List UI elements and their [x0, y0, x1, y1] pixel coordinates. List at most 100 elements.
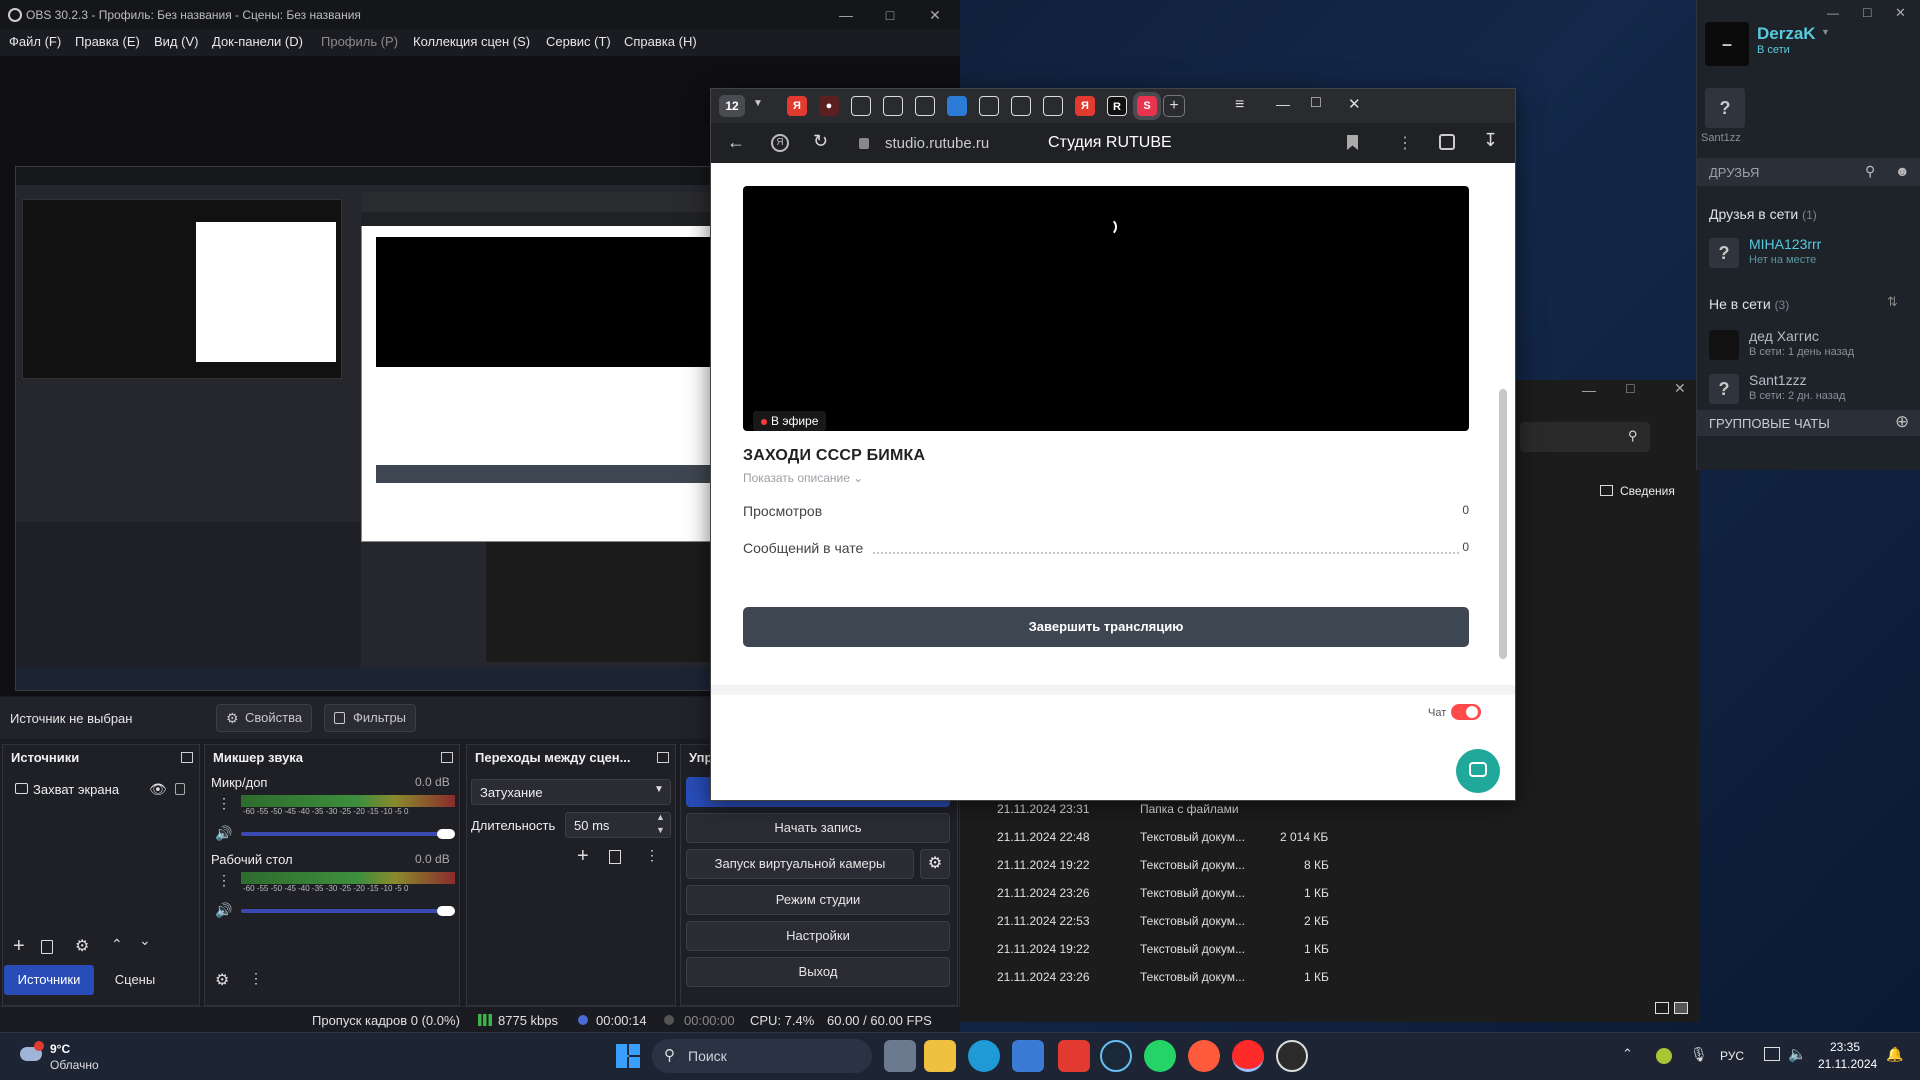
volume-icon[interactable]: 🔈	[1788, 1045, 1807, 1063]
menu-edit[interactable]: Правка (E)	[75, 34, 140, 49]
mixer-settings-gear-icon[interactable]: ⚙	[215, 970, 229, 990]
speaker-icon[interactable]: 🔊	[215, 902, 232, 919]
network-icon[interactable]	[1764, 1047, 1780, 1061]
file-explorer-icon[interactable]	[924, 1040, 956, 1072]
properties-button[interactable]: ⚙ Свойства	[216, 704, 312, 732]
menu-view[interactable]: Вид (V)	[154, 34, 198, 49]
minimize-icon[interactable]: —	[1276, 96, 1290, 112]
weather-widget[interactable]: 9°C Облачно	[16, 1039, 136, 1075]
kebab-menu-icon[interactable]: ⋮	[217, 795, 231, 812]
volume-slider-knob[interactable]	[437, 906, 455, 916]
menu-help[interactable]: Справка (H)	[624, 34, 697, 49]
menu-file[interactable]: Файл (F)	[9, 34, 61, 49]
settings-button[interactable]: Настройки	[686, 921, 950, 951]
page-tab-icon[interactable]	[883, 96, 903, 116]
task-view-icon[interactable]	[884, 1040, 916, 1072]
yandex-tab-icon[interactable]: Я	[787, 96, 807, 116]
tile-view-icon[interactable]	[1674, 1002, 1688, 1014]
download-icon[interactable]: ↧	[1483, 130, 1498, 151]
whatsapp-icon[interactable]	[1144, 1040, 1176, 1072]
chevron-down-icon[interactable]: ▼	[753, 98, 763, 109]
minimize-icon[interactable]: —	[833, 4, 859, 26]
yandex-logo-icon[interactable]: Я	[771, 134, 789, 152]
stream-video-player[interactable]: В эфире	[743, 186, 1469, 431]
kebab-menu-icon[interactable]: ⋮	[217, 872, 231, 889]
yandex-browser-icon[interactable]	[1232, 1040, 1264, 1072]
start-virtual-camera-button[interactable]: Запуск виртуальной камеры	[686, 849, 914, 879]
chat-toggle[interactable]	[1451, 704, 1481, 720]
menu-profile[interactable]: Профиль (P)	[321, 34, 398, 49]
volume-slider[interactable]	[241, 832, 455, 836]
page-tab-icon[interactable]	[979, 96, 999, 116]
site-tab-icon[interactable]	[947, 96, 967, 116]
add-transition-icon[interactable]: +	[577, 845, 589, 868]
explorer-search-box[interactable]: ⚲	[1520, 422, 1650, 452]
friend-avatar[interactable]: ?	[1705, 88, 1745, 128]
new-tab-icon[interactable]: +	[1163, 95, 1185, 117]
page-tab-icon[interactable]	[1011, 96, 1031, 116]
clock-date[interactable]: 21.11.2024	[1818, 1057, 1877, 1071]
list-view-icon[interactable]	[1655, 1002, 1669, 1014]
friend-list-item[interactable]: ? MIHA123rrr Нет на месте	[1709, 236, 1909, 272]
undock-icon[interactable]	[657, 752, 669, 763]
sort-icon[interactable]: ⇅	[1887, 294, 1898, 310]
support-chat-button[interactable]	[1456, 749, 1500, 793]
minimize-icon[interactable]: —	[1582, 382, 1596, 398]
yandex-icon[interactable]	[1058, 1040, 1090, 1072]
add-group-chat-icon[interactable]: ⊕	[1895, 412, 1909, 432]
end-broadcast-button[interactable]: Завершить трансляцию	[743, 607, 1469, 647]
friend-list-item[interactable]: дед Хаггис В сети: 1 день назад	[1709, 328, 1909, 364]
source-settings-gear-icon[interactable]: ⚙	[75, 936, 89, 956]
url-text[interactable]: studio.rutube.ru	[885, 135, 989, 152]
maximize-icon[interactable]: □	[1311, 94, 1321, 112]
studio-tab-icon[interactable]: S	[1133, 92, 1161, 120]
obs-titlebar[interactable]: OBS 30.2.3 - Профиль: Без названия - Сце…	[0, 0, 960, 30]
chevron-up-icon[interactable]: ▲	[656, 812, 665, 822]
extensions-icon[interactable]	[1439, 134, 1455, 150]
menu-docks[interactable]: Док-панели (D)	[212, 34, 303, 49]
edge-browser-icon[interactable]	[968, 1040, 1000, 1072]
visibility-eye-icon[interactable]: 👁	[149, 781, 167, 798]
lock-icon[interactable]	[175, 783, 185, 795]
microphone-icon[interactable]: 🎙	[1690, 1046, 1708, 1063]
close-icon[interactable]: ✕	[1895, 5, 1906, 21]
file-row[interactable]: 21.11.2024 22:48 Текстовый докум... 2 01…	[997, 830, 1328, 844]
add-source-icon[interactable]: +	[13, 935, 25, 958]
show-description-link[interactable]: Показать описание ⌄	[743, 471, 863, 485]
chevron-down-icon[interactable]: ▼	[1821, 27, 1830, 37]
remove-transition-icon[interactable]	[609, 850, 621, 864]
studio-mode-button[interactable]: Режим студии	[686, 885, 950, 915]
close-icon[interactable]: ✕	[922, 4, 948, 26]
user-avatar[interactable]: –	[1705, 22, 1749, 66]
file-row[interactable]: 21.11.2024 22:53 Текстовый докум... 2 КБ	[997, 914, 1329, 928]
file-row[interactable]: 21.11.2024 19:22 Текстовый докум... 8 КБ	[997, 858, 1329, 872]
tab-count-button[interactable]: 12	[719, 95, 745, 117]
reload-icon[interactable]: ↻	[813, 131, 828, 152]
clock-time[interactable]: 23:35	[1830, 1040, 1860, 1054]
volume-slider-knob[interactable]	[437, 829, 455, 839]
friend-list-item[interactable]: ? Sant1zzz В сети: 2 дн. назад	[1709, 372, 1909, 408]
tab-sources[interactable]: Источники	[4, 965, 94, 995]
maximize-icon[interactable]: □	[1863, 4, 1871, 20]
remove-source-icon[interactable]	[41, 940, 53, 954]
maximize-icon[interactable]: □	[877, 4, 903, 26]
undock-icon[interactable]	[181, 752, 193, 763]
rutube-tab-icon[interactable]: R	[1107, 96, 1127, 116]
kebab-menu-icon[interactable]: ⋮	[249, 970, 263, 987]
user-name[interactable]: DerzaK	[1757, 24, 1816, 44]
yandex-tab-icon[interactable]: Я	[1075, 96, 1095, 116]
file-row[interactable]: 21.11.2024 23:26 Текстовый докум... 1 КБ	[997, 970, 1329, 984]
filters-button[interactable]: Фильтры	[324, 704, 416, 732]
chevron-down-icon[interactable]: ▼	[656, 825, 665, 835]
duration-spinbox[interactable]: 50 ms ▲ ▼	[565, 812, 671, 838]
microsoft-store-icon[interactable]	[1012, 1040, 1044, 1072]
search-icon[interactable]: ⚲	[1865, 163, 1875, 180]
taskbar-search[interactable]: ⚲ Поиск	[652, 1039, 872, 1073]
menu-scene-collection[interactable]: Коллекция сцен (S)	[413, 34, 530, 49]
page-scrollbar[interactable]	[1499, 389, 1507, 659]
transition-select[interactable]: Затухание ▼	[471, 779, 671, 805]
kebab-menu-icon[interactable]: ⋮	[1397, 133, 1413, 153]
close-icon[interactable]: ✕	[1674, 380, 1686, 397]
start-recording-button[interactable]: Начать запись	[686, 813, 950, 843]
notifications-bell-icon[interactable]: 🔔	[1886, 1046, 1903, 1063]
